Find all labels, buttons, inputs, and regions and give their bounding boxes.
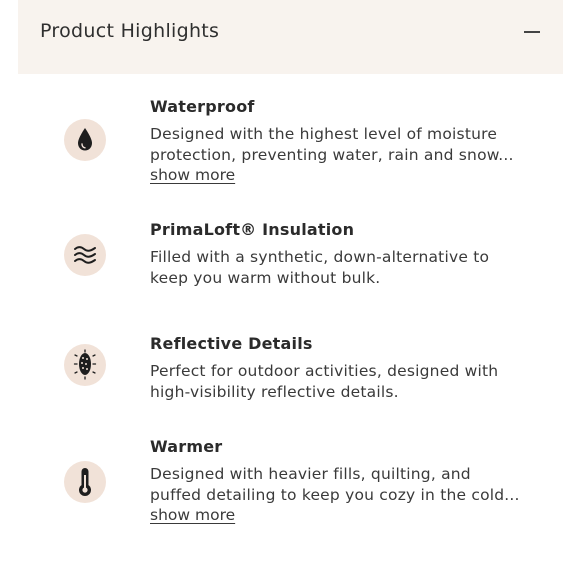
feature-title: Waterproof <box>150 97 255 116</box>
description-line: Designed with the highest level of moist… <box>150 125 498 143</box>
feature-title: Warmer <box>150 437 223 456</box>
thermometer-icon <box>64 461 106 503</box>
feature-description: Filled with a synthetic, down-alternativ… <box>150 247 545 289</box>
description-line: high-visibility reflective details. <box>150 383 399 401</box>
feature-description: Designed with the highest level of moist… <box>150 124 545 166</box>
section-title: Product Highlights <box>40 20 220 42</box>
wind-waves-icon <box>64 234 106 276</box>
feature-description: Designed with heavier fills, quilting, a… <box>150 464 545 506</box>
show-more-link[interactable]: show more <box>150 166 235 184</box>
description-line: Perfect for outdoor activities, designed… <box>150 362 499 380</box>
description-line: keep you warm without bulk. <box>150 269 381 287</box>
description-line: Designed with heavier fills, quilting, a… <box>150 465 471 483</box>
minus-icon[interactable] <box>524 31 540 33</box>
feature-title: Reflective Details <box>150 334 313 353</box>
water-drop-icon <box>64 119 106 161</box>
description-line: puffed detailing to keep you cozy in the… <box>150 486 520 504</box>
reflective-icon <box>64 344 106 386</box>
product-highlights-header[interactable]: Product Highlights <box>18 0 563 74</box>
feature-description: Perfect for outdoor activities, designed… <box>150 361 545 403</box>
feature-title: PrimaLoft® Insulation <box>150 220 355 239</box>
show-more-link[interactable]: show more <box>150 506 235 524</box>
description-line: Filled with a synthetic, down-alternativ… <box>150 248 490 266</box>
description-line: protection, preventing water, rain and s… <box>150 146 514 164</box>
